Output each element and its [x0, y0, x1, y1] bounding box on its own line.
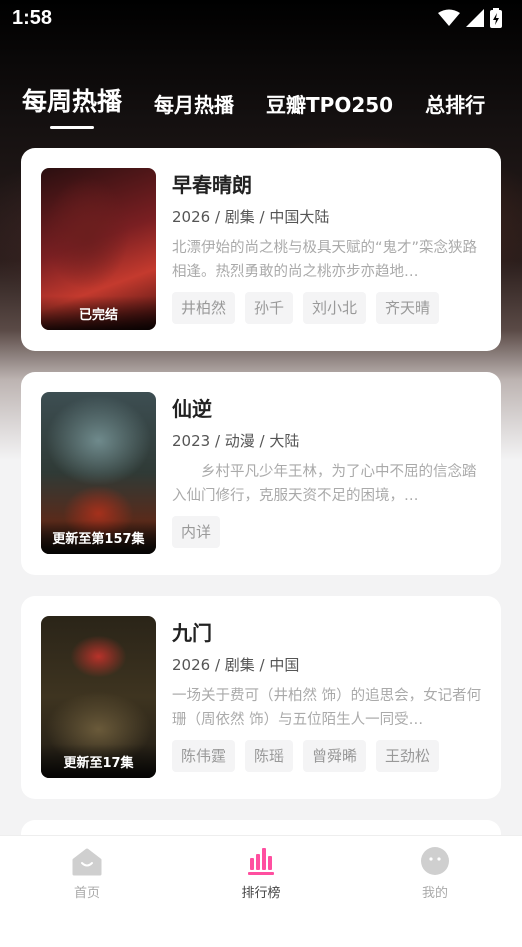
- cast-tags: 内详: [172, 516, 483, 548]
- cast-tag[interactable]: 陈伟霆: [172, 740, 236, 772]
- tab-label: 每月热播: [154, 93, 235, 117]
- tab-monthly[interactable]: 每月热播: [154, 89, 234, 118]
- cast-tag[interactable]: 孙千: [245, 292, 294, 324]
- cast-tags: 井柏然 孙千 刘小北 齐天晴: [172, 292, 483, 324]
- item-meta: 2023 / 动漫 / 大陆: [172, 432, 300, 450]
- bottom-nav: 首页 排行榜 我的: [0, 835, 522, 947]
- poster-image: 更新至17集: [41, 616, 156, 778]
- item-description: 一场关于费可（井柏然 饰）的追思会，女记者何珊（周依然 饰）与五位陌生人一同受…: [172, 688, 482, 728]
- profile-icon: [421, 847, 449, 875]
- cast-tag[interactable]: 内详: [172, 516, 221, 548]
- status-bar: 1:58: [0, 0, 522, 36]
- list-item[interactable]: 已完结 早春晴朗 2026 / 剧集 / 中国大陆 北漂伊始的尚之桃与极具天赋的…: [21, 148, 501, 351]
- rank-list: 已完结 早春晴朗 2026 / 剧集 / 中国大陆 北漂伊始的尚之桃与极具天赋的…: [21, 148, 501, 850]
- cast-tag[interactable]: 齐天晴: [376, 292, 440, 324]
- item-description: 乡村平凡少年王林，为了心中不屈的信念踏入仙门修行，克服天资不足的困境，…: [172, 464, 477, 504]
- status-icons: [438, 8, 502, 28]
- poster-status-label: 已完结: [41, 296, 156, 330]
- item-title: 九门: [172, 621, 212, 645]
- cast-tag[interactable]: 刘小北: [303, 292, 367, 324]
- signal-icon: [466, 9, 484, 27]
- nav-label: 排行榜: [241, 886, 281, 901]
- rank-icon: [248, 848, 274, 875]
- tab-label: 豆瓣TPO250: [266, 93, 394, 117]
- wifi-icon: [438, 9, 460, 26]
- nav-rank[interactable]: 排行榜: [174, 836, 348, 947]
- item-meta: 2026 / 剧集 / 中国大陆: [172, 208, 330, 226]
- poster-status-label: 更新至第157集: [41, 520, 156, 554]
- cast-tag[interactable]: 陈瑶: [245, 740, 294, 772]
- poster-image: 更新至第157集: [41, 392, 156, 554]
- item-meta: 2026 / 剧集 / 中国: [172, 656, 300, 674]
- cast-tag[interactable]: 曾舜晞: [303, 740, 367, 772]
- tab-label: 总排行: [425, 93, 486, 117]
- tab-douban-top250[interactable]: 豆瓣TPO250: [266, 89, 393, 118]
- cast-tag[interactable]: 王劲松: [376, 740, 440, 772]
- home-icon: [72, 848, 102, 876]
- item-title: 早春晴朗: [172, 173, 252, 197]
- cast-tag[interactable]: 井柏然: [172, 292, 236, 324]
- cast-tags: 陈伟霆 陈瑶 曾舜晞 王劲松: [172, 740, 483, 772]
- nav-profile[interactable]: 我的: [348, 836, 522, 947]
- list-item[interactable]: 更新至17集 九门 2026 / 剧集 / 中国 一场关于费可（井柏然 饰）的追…: [21, 596, 501, 799]
- tab-active-indicator: [50, 126, 94, 129]
- nav-home[interactable]: 首页: [0, 836, 174, 947]
- battery-icon: [490, 8, 502, 28]
- rank-tabs: 每周热播 每月热播 豆瓣TPO250 总排行: [22, 78, 517, 129]
- tab-overall[interactable]: 总排行: [425, 89, 485, 118]
- status-time: 1:58: [12, 6, 53, 29]
- nav-label: 我的: [421, 886, 448, 901]
- item-description: 北漂伊始的尚之桃与极具天赋的“鬼才”栾念狭路相逢。热烈勇敢的尚之桃亦步亦趋地…: [172, 240, 478, 280]
- poster-status-label: 更新至17集: [41, 744, 156, 778]
- poster-image: 已完结: [41, 168, 156, 330]
- list-item[interactable]: 更新至第157集 仙逆 2023 / 动漫 / 大陆 乡村平凡少年王林，为了心中…: [21, 372, 501, 575]
- tab-weekly[interactable]: 每周热播: [22, 82, 123, 129]
- tab-label: 每周热播: [22, 87, 123, 116]
- nav-label: 首页: [73, 886, 100, 901]
- item-title: 仙逆: [172, 397, 212, 421]
